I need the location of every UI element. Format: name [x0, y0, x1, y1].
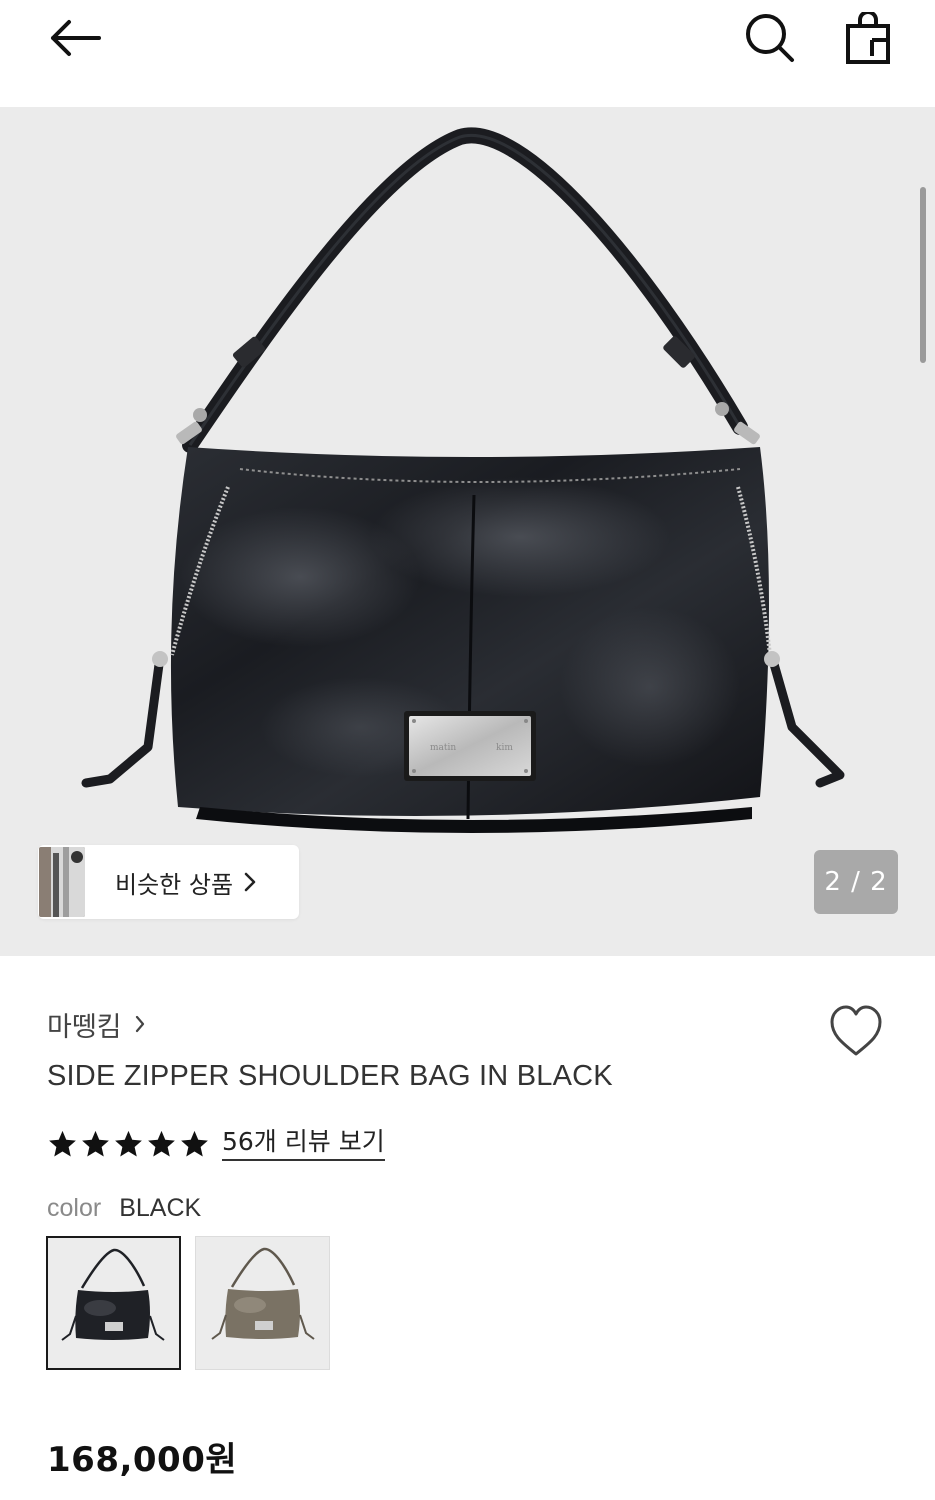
similar-products-button[interactable]: 비슷한 상품 — [38, 845, 299, 919]
cart-button[interactable] — [836, 6, 900, 70]
star-icon — [115, 1130, 142, 1157]
wishlist-button[interactable] — [824, 1000, 888, 1064]
product-image-gallery[interactable]: matin kim 비슷한 상품 2 / 2 — [0, 107, 935, 956]
product-price: 168,000원 — [47, 1440, 238, 1480]
bag-thumbnail-khaki — [196, 1237, 329, 1369]
arrow-left-icon — [51, 20, 101, 56]
similar-products-label: 비슷한 상품 — [115, 870, 234, 899]
color-swatch-khaki[interactable] — [195, 1236, 330, 1370]
heart-icon — [830, 1005, 882, 1056]
star-icon — [181, 1130, 208, 1157]
star-icon — [82, 1130, 109, 1157]
image-page-indicator: 2 / 2 — [814, 850, 898, 914]
chevron-right-icon — [244, 872, 256, 892]
reviews-link[interactable]: 56개 리뷰 보기 — [222, 1127, 385, 1161]
color-label: color — [47, 1193, 102, 1222]
plate-text-left: matin — [430, 743, 456, 753]
product-title: SIDE ZIPPER SHOULDER BAG IN BLACK — [47, 1060, 613, 1092]
plate-text-right: kim — [496, 743, 513, 753]
rating-row: 56개 리뷰 보기 — [47, 1122, 385, 1166]
similar-product-thumbnail — [39, 847, 85, 917]
chevron-right-icon — [135, 1015, 144, 1033]
back-button[interactable] — [40, 10, 110, 66]
brand-link[interactable]: 마뗑킴 — [47, 1004, 146, 1044]
star-icon — [49, 1130, 76, 1157]
selected-color-value: BLACK — [119, 1193, 202, 1222]
brand-name: 마뗑킴 — [47, 1011, 122, 1043]
color-swatch-black[interactable] — [46, 1236, 181, 1370]
top-app-bar — [0, 0, 935, 107]
shopping-bag-icon — [846, 12, 890, 64]
bag-thumbnail-black — [48, 1238, 179, 1368]
search-icon — [746, 14, 794, 62]
star-rating — [47, 1129, 210, 1159]
star-icon — [148, 1130, 175, 1157]
color-row: color BLACK — [47, 1190, 201, 1226]
scroll-indicator — [920, 187, 926, 363]
product-photo: matin kim — [81, 127, 845, 833]
search-button[interactable] — [738, 6, 802, 70]
